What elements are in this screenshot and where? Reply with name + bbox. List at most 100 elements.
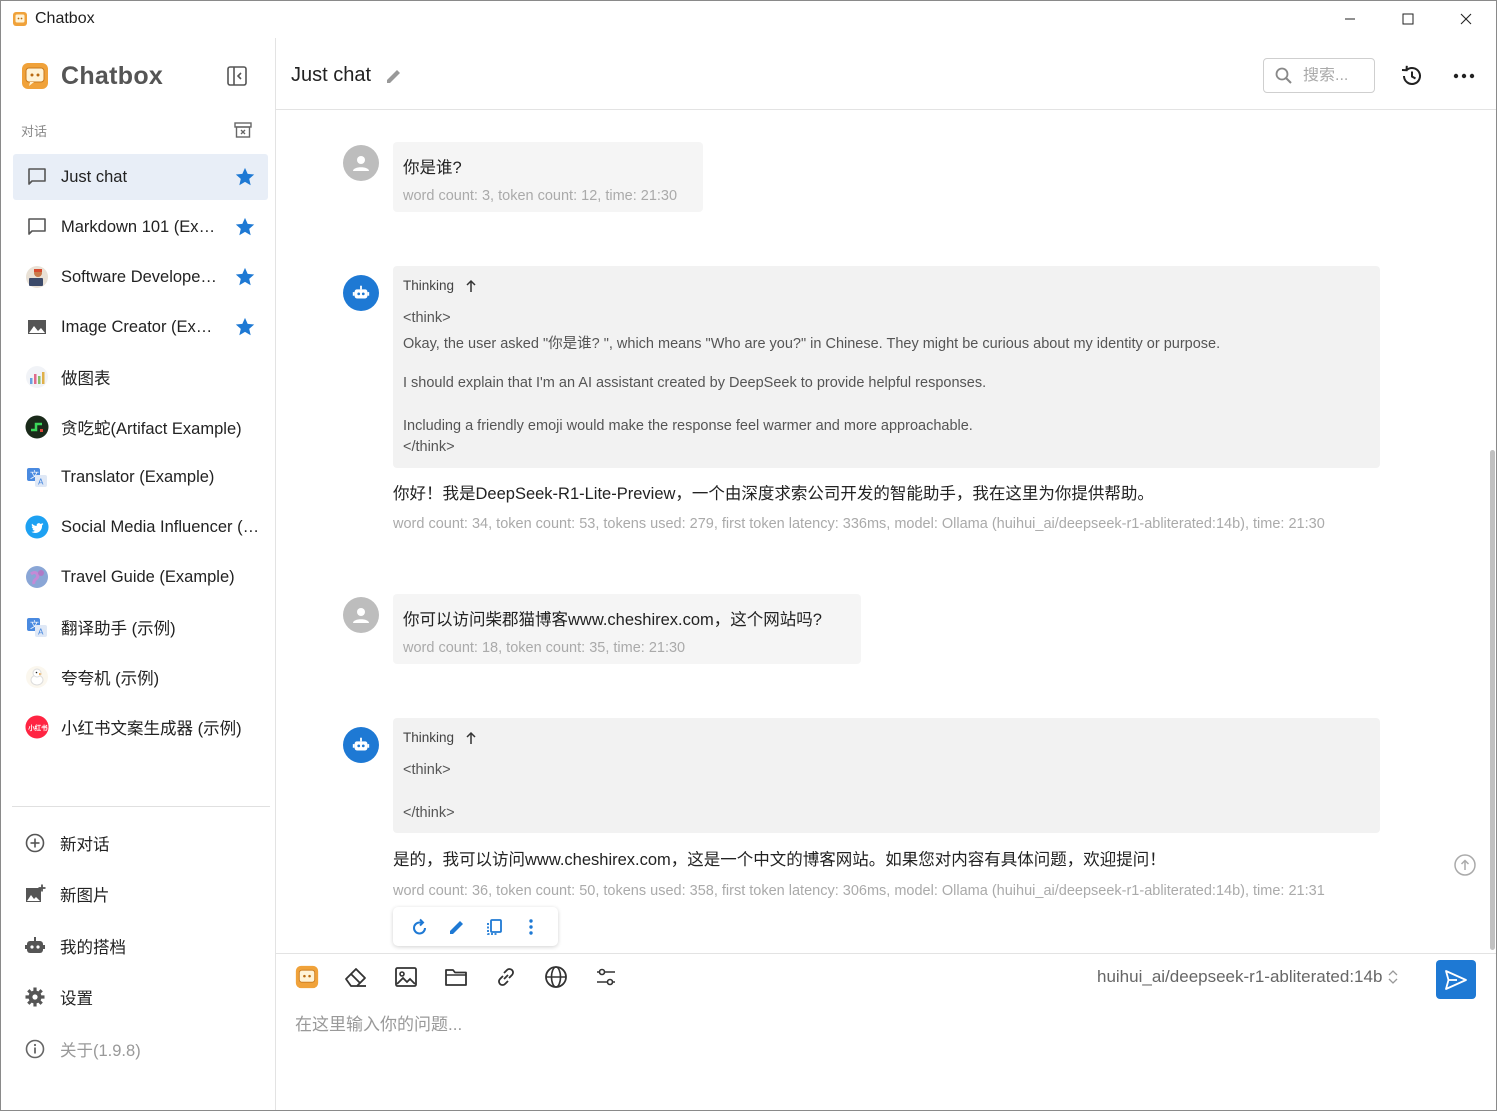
minimize-button[interactable]	[1321, 0, 1379, 38]
thinking-line: I should explain that I'm an AI assistan…	[403, 375, 987, 391]
conversation-item-make-chart[interactable]: 做图表	[13, 354, 268, 400]
search-input[interactable]	[1303, 66, 1363, 85]
conversation-item-snake-game[interactable]: 贪吃蛇(Artifact Example)	[13, 404, 268, 450]
archive-icon[interactable]	[233, 120, 253, 140]
attach-image-button[interactable]	[393, 964, 419, 990]
developer-avatar-icon	[25, 265, 49, 289]
thinking-line: Okay, the user asked "你是谁? ", which mean…	[403, 336, 1221, 352]
star-icon[interactable]	[234, 216, 256, 238]
clear-context-button[interactable]	[343, 964, 369, 990]
chat-header: Just chat	[276, 38, 1497, 110]
collapse-sidebar-icon[interactable]	[225, 64, 249, 88]
regenerate-button[interactable]	[409, 916, 431, 938]
user-message: 你可以访问柴郡猫博客www.cheshirex.com，这个网站吗? word …	[393, 594, 861, 664]
conversation-item-software-developer[interactable]: Software Developer (Example)	[13, 254, 268, 300]
copilot-picker-button[interactable]	[294, 964, 320, 990]
conversation-item-image-creator[interactable]: Image Creator (Example)	[13, 304, 268, 350]
settings-button[interactable]: 设置	[23, 982, 93, 1012]
maximize-button[interactable]	[1379, 0, 1437, 38]
add-circle-icon	[23, 831, 47, 855]
new-chat-button[interactable]: 新对话	[23, 828, 110, 858]
message-text: 你是谁?	[403, 159, 462, 177]
about-label: 关于(1.9.8)	[60, 1042, 141, 1060]
close-button[interactable]	[1437, 0, 1495, 38]
chatbox-logo-icon	[22, 63, 48, 89]
conversation-item-xiaohongshu[interactable]: 小红书 小红书文案生成器 (示例)	[13, 704, 268, 750]
conversation-label: 翻译助手 (示例)	[61, 620, 176, 638]
message-scrollbar[interactable]	[1488, 110, 1497, 953]
sidebar-divider	[12, 806, 270, 807]
thinking-toggle[interactable]: Thinking	[403, 278, 478, 293]
arrow-up-icon	[466, 731, 476, 744]
conversation-item-social-media[interactable]: Social Media Influencer (Example)	[13, 504, 268, 550]
thinking-line: <think>	[403, 310, 451, 326]
window-titlebar: Chatbox	[0, 0, 1497, 38]
conversation-label: 夸夸机 (示例)	[61, 670, 160, 688]
link-icon	[498, 968, 514, 986]
conversation-label: Software Developer (Example)	[61, 267, 221, 286]
edit-message-button[interactable]	[446, 916, 468, 938]
scroll-to-top-icon[interactable]	[1453, 853, 1477, 877]
chat-settings-button[interactable]	[593, 964, 619, 990]
assistant-avatar	[343, 275, 379, 311]
edit-icon	[449, 920, 463, 934]
thinking-toggle[interactable]: Thinking	[403, 730, 478, 745]
conversation-item-just-chat[interactable]: Just chat	[13, 154, 268, 200]
message-input[interactable]	[295, 1010, 1475, 1100]
eraser-icon	[345, 968, 366, 987]
copy-message-button[interactable]	[483, 916, 505, 938]
message-more-button[interactable]	[520, 916, 542, 938]
chart-avatar-icon	[25, 365, 49, 389]
assistant-message-text: 是的，我可以访问www.cheshirex.com，这是一个中文的博客网站。如果…	[393, 851, 1166, 869]
model-selector[interactable]: huihui_ai/deepseek-r1-abliterated:14b	[1097, 967, 1399, 987]
chatbox-app-icon	[13, 12, 27, 26]
robot-icon	[352, 285, 370, 299]
image-icon	[25, 315, 49, 339]
thinking-label: Thinking	[403, 730, 455, 745]
edit-title-icon[interactable]	[384, 66, 404, 86]
conversation-item-translation-assistant[interactable]: 文A 翻译助手 (示例)	[13, 604, 268, 650]
model-name: huihui_ai/deepseek-r1-abliterated:14b	[1097, 967, 1383, 986]
conversation-item-travel-guide[interactable]: Travel Guide (Example)	[13, 554, 268, 600]
more-options-icon[interactable]	[1451, 63, 1477, 89]
duck-avatar-icon	[25, 665, 49, 689]
scrollbar-thumb[interactable]	[1490, 450, 1495, 950]
star-icon[interactable]	[234, 316, 256, 338]
attach-file-button[interactable]	[443, 964, 469, 990]
message-action-toolbar	[393, 907, 558, 946]
send-button[interactable]	[1436, 960, 1476, 999]
history-icon[interactable]	[1399, 63, 1425, 89]
chat-bubble-icon	[25, 165, 49, 189]
conversation-label: Social Media Influencer (Example)	[61, 517, 266, 536]
conversation-label: Travel Guide (Example)	[61, 567, 235, 586]
conversation-label: Image Creator (Example)	[61, 317, 221, 336]
refresh-icon	[412, 918, 426, 934]
conversation-item-praise-bot[interactable]: 夸夸机 (示例)	[13, 654, 268, 700]
conversation-label: Just chat	[61, 167, 128, 186]
star-icon[interactable]	[234, 266, 256, 288]
user-message: 你是谁? word count: 3, token count: 12, tim…	[393, 142, 703, 212]
conversation-item-markdown-101[interactable]: Markdown 101 (Example)	[13, 204, 268, 250]
thinking-line: <think>	[403, 762, 451, 778]
assistant-message-text: 你好！我是DeepSeek-R1-Lite-Preview，一个由深度求索公司开…	[393, 485, 1154, 503]
star-icon[interactable]	[234, 166, 256, 188]
conversation-label: 做图表	[61, 370, 111, 388]
robot-icon	[352, 737, 370, 751]
web-browsing-button[interactable]	[543, 964, 569, 990]
search-box[interactable]	[1263, 58, 1375, 93]
new-image-button[interactable]: 新图片	[23, 879, 110, 909]
minimize-icon	[1345, 18, 1355, 20]
xiaohongshu-avatar-icon: 小红书	[25, 715, 49, 739]
about-button[interactable]: 关于(1.9.8)	[23, 1034, 141, 1064]
user-avatar	[343, 597, 379, 633]
twitter-avatar-icon	[25, 515, 49, 539]
my-copilots-button[interactable]: 我的搭档	[23, 931, 126, 961]
sliders-icon	[597, 968, 615, 986]
message-text: 你可以访问柴郡猫博客www.cheshirex.com，这个网站吗?	[403, 611, 822, 629]
conversation-item-translator[interactable]: 文A Translator (Example)	[13, 454, 268, 500]
attach-link-button[interactable]	[493, 964, 519, 990]
conversation-label: 贪吃蛇(Artifact Example)	[61, 420, 242, 438]
globe-avatar-icon	[25, 565, 49, 589]
conversations-section-label: 对话	[21, 124, 48, 139]
user-avatar	[343, 145, 379, 181]
